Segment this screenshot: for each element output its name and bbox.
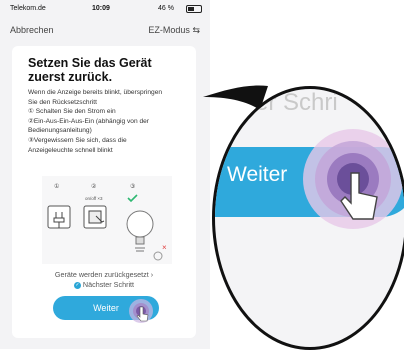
- zoom-magnifier: er Schri Weiter: [212, 86, 404, 350]
- zoom-faint-text: er Schri: [255, 89, 338, 116]
- zoom-weiter-label: Weiter: [227, 163, 288, 186]
- zoom-tap-indicator-icon: [303, 129, 403, 229]
